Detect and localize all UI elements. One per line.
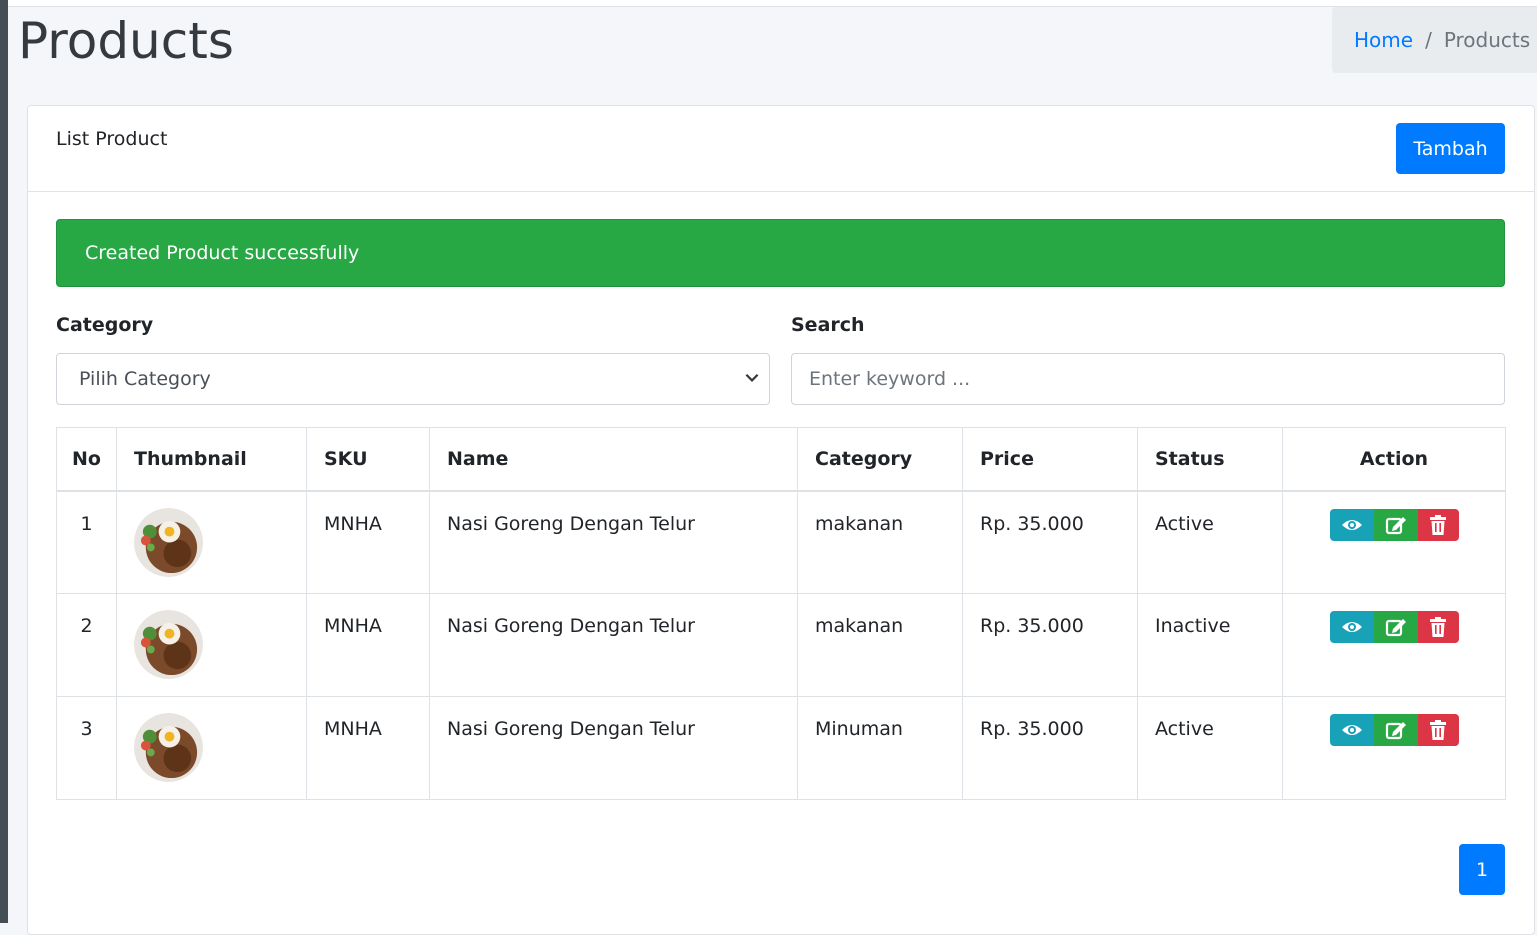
- cell-no: 2: [56, 593, 117, 697]
- cell-sku: MNHA: [306, 490, 430, 594]
- card-header: List Product Tambah: [28, 106, 1534, 192]
- header-action: Action: [1282, 427, 1506, 492]
- cell-thumbnail: [116, 490, 307, 594]
- cell-price: Rp. 35.000: [962, 696, 1138, 800]
- header-category: Category: [797, 427, 963, 492]
- cell-name: Nasi Goreng Dengan Telur: [429, 593, 798, 697]
- cell-name: Nasi Goreng Dengan Telur: [429, 696, 798, 800]
- page-title: Products: [18, 12, 234, 70]
- eye-icon: [1341, 622, 1362, 632]
- view-button[interactable]: [1329, 508, 1374, 541]
- cell-action: [1282, 490, 1506, 594]
- table-row: 1 MNHA Nasi Goreng Dengan Telur makanan …: [56, 490, 1506, 594]
- product-thumbnail-image: [134, 610, 203, 679]
- cell-status: Active: [1137, 696, 1283, 800]
- cell-category: makanan: [797, 490, 963, 594]
- breadcrumb-separator: /: [1425, 28, 1432, 52]
- edit-button[interactable]: [1373, 611, 1418, 643]
- view-button[interactable]: [1329, 611, 1374, 643]
- sidebar-edge: [0, 0, 8, 923]
- trash-icon: [1430, 617, 1446, 637]
- action-group: [1283, 508, 1505, 541]
- search-label: Search: [791, 314, 865, 336]
- card-title: List Product: [56, 128, 168, 150]
- category-select-value: Pilih Category: [79, 368, 211, 390]
- success-alert: Created Product successfully: [56, 219, 1505, 287]
- trash-icon: [1430, 720, 1446, 740]
- header-thumbnail: Thumbnail: [116, 427, 307, 492]
- cell-thumbnail: [116, 696, 307, 800]
- breadcrumb-current: Products: [1443, 28, 1531, 52]
- cell-action: [1282, 593, 1506, 697]
- top-navbar: [8, 0, 1537, 7]
- edit-icon: [1385, 516, 1406, 534]
- add-product-button[interactable]: Tambah: [1396, 123, 1505, 174]
- cell-name: Nasi Goreng Dengan Telur: [429, 490, 798, 594]
- products-table: No Thumbnail SKU Name Category Price Sta…: [56, 427, 1506, 800]
- delete-button[interactable]: [1417, 714, 1459, 746]
- cell-no: 3: [56, 696, 117, 800]
- breadcrumb-home-link[interactable]: Home: [1354, 28, 1413, 52]
- product-thumbnail-image: [134, 713, 203, 782]
- cell-category: Minuman: [797, 696, 963, 800]
- view-button[interactable]: [1329, 714, 1374, 746]
- header-status: Status: [1137, 427, 1283, 492]
- cell-price: Rp. 35.000: [962, 593, 1138, 697]
- cell-action: [1282, 696, 1506, 800]
- product-card: List Product Tambah Created Product succ…: [27, 105, 1535, 935]
- header-name: Name: [429, 427, 798, 492]
- table-row: 2 MNHA Nasi Goreng Dengan Telur makanan …: [56, 593, 1506, 697]
- action-group: [1283, 611, 1505, 643]
- category-label: Category: [56, 314, 154, 336]
- cell-sku: MNHA: [306, 696, 430, 800]
- cell-thumbnail: [116, 593, 307, 697]
- cell-price: Rp. 35.000: [962, 490, 1138, 594]
- chevron-down-icon: [745, 373, 759, 382]
- edit-icon: [1385, 722, 1406, 740]
- edit-icon: [1385, 619, 1406, 637]
- cell-sku: MNHA: [306, 593, 430, 697]
- header-no: No: [56, 427, 117, 492]
- header-sku: SKU: [306, 427, 430, 492]
- product-thumbnail-image: [134, 507, 203, 577]
- trash-icon: [1430, 514, 1446, 535]
- pagination-page-1[interactable]: 1: [1459, 844, 1505, 895]
- edit-button[interactable]: [1373, 714, 1418, 746]
- cell-status: Inactive: [1137, 593, 1283, 697]
- breadcrumb: Home / Products: [1332, 7, 1537, 73]
- category-select[interactable]: Pilih Category: [56, 353, 770, 405]
- search-input[interactable]: [791, 353, 1505, 405]
- header-price: Price: [962, 427, 1138, 492]
- cell-category: makanan: [797, 593, 963, 697]
- delete-button[interactable]: [1417, 611, 1459, 643]
- action-group: [1283, 714, 1505, 746]
- table-row: 3 MNHA Nasi Goreng Dengan Telur Minuman …: [56, 696, 1506, 800]
- table-header-row: No Thumbnail SKU Name Category Price Sta…: [56, 427, 1506, 492]
- eye-icon: [1341, 519, 1362, 530]
- eye-icon: [1341, 725, 1362, 735]
- edit-button[interactable]: [1373, 508, 1418, 541]
- cell-no: 1: [56, 490, 117, 594]
- cell-status: Active: [1137, 490, 1283, 594]
- delete-button[interactable]: [1417, 508, 1459, 541]
